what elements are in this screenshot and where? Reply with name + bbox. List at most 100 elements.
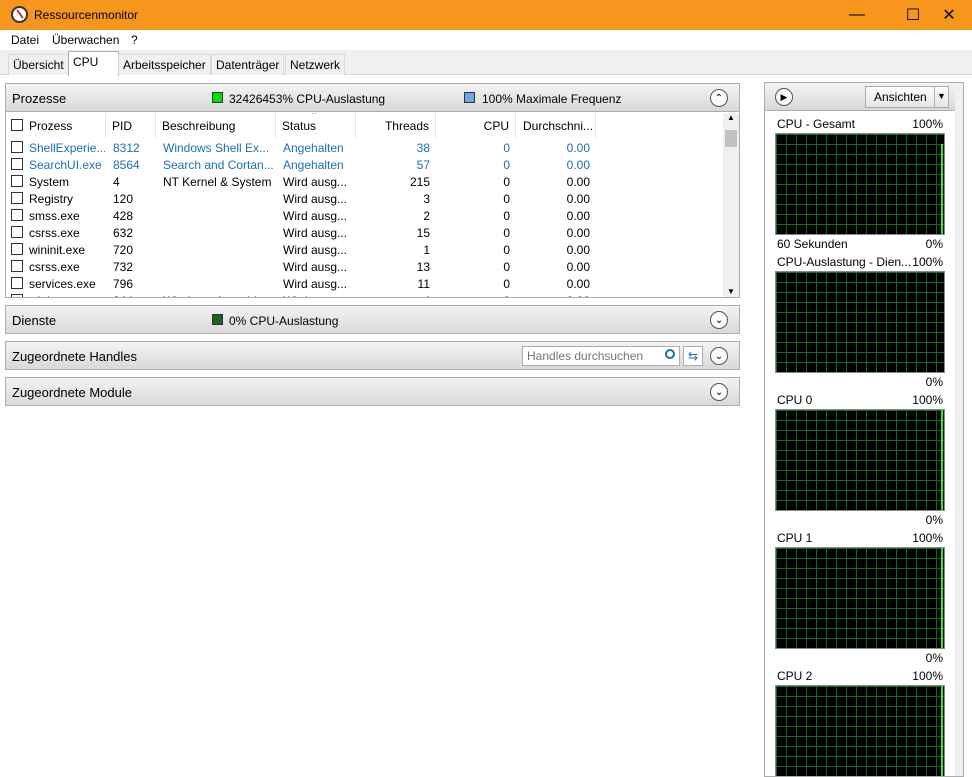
processes-panel: Prozesse 32426453% CPU-Auslastung 100% M… — [5, 83, 740, 298]
cell-threads: 215 — [409, 175, 430, 189]
select-all-checkbox[interactable] — [11, 119, 23, 131]
cpu-graph — [775, 409, 945, 511]
services-header[interactable]: Dienste 0% CPU-Auslastung ⌄ — [6, 306, 739, 334]
cpu-graph — [775, 133, 945, 235]
table-row[interactable]: Registry 120 Wird ausg... 3 0 0.00 — [6, 190, 726, 207]
graph-label: CPU - Gesamt — [777, 117, 856, 131]
graph-max-label: 100% — [912, 117, 943, 131]
views-button[interactable]: Ansichten ▼ — [865, 86, 949, 108]
table-row[interactable]: smss.exe 428 Wird ausg... 2 0 0.00 — [6, 207, 726, 224]
expand-chevron-down-icon[interactable]: ⌄ — [710, 311, 728, 329]
cell-desc: Windows-Anmeld... — [163, 294, 273, 297]
tab-datentraeger[interactable]: Datenträger — [211, 54, 285, 75]
cpu-graph — [775, 547, 945, 649]
table-row[interactable]: winlogon.exe 844 Windows-Anmeld... Wird aus… — [6, 292, 726, 297]
table-row[interactable]: services.exe 796 Wird ausg... 11 0 0.00 — [6, 275, 726, 292]
cell-status: Wird ausg... — [283, 294, 353, 297]
modules-panel: Zugeordnete Module ⌄ — [5, 377, 740, 406]
expand-chevron-down-icon[interactable]: ⌄ — [710, 347, 728, 365]
expand-chevron-down-icon[interactable]: ⌄ — [710, 383, 728, 401]
tab-uebersicht[interactable]: Übersicht — [8, 54, 69, 75]
column-header-threads[interactable]: Threads — [356, 113, 436, 138]
handles-search-input[interactable] — [522, 346, 680, 366]
table-row[interactable]: wininit.exe 720 Wird ausg... 1 0 0.00 — [6, 241, 726, 258]
graph-max-label: 100% — [912, 255, 943, 269]
cell-cpu: 0 — [503, 141, 510, 155]
modules-title: Zugeordnete Module — [12, 385, 132, 400]
tab-bar: Übersicht CPU Arbeitsspeicher Datenträge… — [0, 50, 972, 76]
graph-pane-scrollbar[interactable] — [955, 83, 963, 776]
cell-name: SearchUI.exe — [29, 158, 102, 172]
cell-name: winlogon.exe — [29, 294, 105, 297]
scroll-up-arrow-icon[interactable]: ▲ — [727, 113, 735, 122]
graph-pane-header: ▶ Ansichten ▼ — [765, 83, 963, 111]
menu-help[interactable]: ? — [131, 33, 138, 47]
cell-pid: 428 — [113, 209, 134, 223]
row-checkbox[interactable] — [11, 175, 23, 187]
scrollbar-thumb[interactable] — [725, 130, 737, 147]
row-checkbox[interactable] — [11, 209, 23, 221]
table-row[interactable]: System 4 NT Kernel & System Wird ausg... 215… — [6, 173, 726, 190]
table-row[interactable]: csrss.exe 632 Wird ausg... 15 0 0.00 — [6, 224, 726, 241]
graph-usage-line — [941, 548, 943, 648]
views-dropdown-arrow-icon[interactable]: ▼ — [934, 87, 948, 107]
row-checkbox[interactable] — [11, 294, 23, 297]
row-checkbox[interactable] — [11, 260, 23, 272]
column-header-pid[interactable]: PID — [106, 113, 156, 138]
collapse-chevron-up-icon[interactable]: ⌃ — [710, 89, 728, 107]
cell-status: Wird ausg... — [283, 209, 348, 223]
process-table-scrollbar[interactable]: ▲ ▼ — [723, 113, 739, 297]
cell-name: services.exe — [29, 277, 96, 291]
graph-max-label: 100% — [912, 393, 943, 407]
cell-avg: 0.00 — [566, 226, 590, 240]
cell-threads: 11 — [417, 277, 430, 291]
row-checkbox[interactable] — [11, 226, 23, 238]
modules-header[interactable]: Zugeordnete Module ⌄ — [6, 378, 739, 406]
cell-status: Wird ausg... — [283, 175, 348, 189]
close-button[interactable]: ✕ — [926, 0, 972, 30]
column-header-cpu[interactable]: CPU — [436, 113, 516, 138]
cell-avg: 0.00 — [566, 260, 590, 274]
graph-label: CPU 0 — [777, 393, 813, 407]
search-icon[interactable] — [665, 349, 675, 359]
menu-ueberwachen[interactable]: Überwachen — [52, 33, 119, 47]
cell-avg: 0.00 — [566, 209, 590, 223]
cell-status: Wird ausg... — [283, 192, 348, 206]
handles-header[interactable]: Zugeordnete Handles ⇆ ⌄ — [6, 342, 739, 370]
row-checkbox[interactable] — [11, 158, 23, 170]
table-row[interactable]: csrss.exe 732 Wird ausg... 13 0 0.00 — [6, 258, 726, 275]
table-row[interactable]: SearchUI.exe 8564 Search and Cortan... Ange… — [6, 156, 726, 173]
process-table: Prozess PID Beschreibung Status Threads … — [6, 113, 726, 297]
processes-header[interactable]: Prozesse 32426453% CPU-Auslastung 100% M… — [6, 84, 739, 112]
scroll-down-arrow-icon[interactable]: ▼ — [727, 287, 735, 296]
table-row[interactable]: ShellExperie... 8312 Windows Shell Ex... An… — [6, 139, 726, 156]
refresh-icon[interactable]: ⇆ — [683, 346, 703, 366]
tab-netzwerk[interactable]: Netzwerk — [285, 54, 346, 75]
tab-arbeitsspeicher[interactable]: Arbeitsspeicher — [118, 54, 211, 75]
row-checkbox[interactable] — [11, 141, 23, 153]
column-header-durchschnitt[interactable]: Durchschni... — [516, 113, 596, 138]
graph-max-label: 100% — [912, 669, 943, 683]
row-checkbox[interactable] — [11, 192, 23, 204]
cell-threads: 1 — [423, 243, 430, 257]
cell-status: Wird ausg... — [283, 260, 348, 274]
cpu-graph — [775, 271, 945, 373]
row-checkbox[interactable] — [11, 243, 23, 255]
cell-name: wininit.exe — [29, 243, 86, 257]
row-checkbox[interactable] — [11, 277, 23, 289]
column-header-beschreibung[interactable]: Beschreibung — [156, 113, 276, 138]
graph-usage-line — [941, 410, 943, 510]
collapse-pane-arrow-icon[interactable]: ▶ — [775, 88, 793, 106]
column-header-prozess[interactable]: Prozess — [6, 113, 106, 138]
menu-datei[interactable]: Datei — [11, 33, 39, 47]
cell-status: Wird ausg... — [283, 277, 348, 291]
max-frequency-legend-swatch — [464, 92, 475, 103]
max-frequency-legend: 100% Maximale Frequenz — [482, 92, 622, 106]
services-panel: Dienste 0% CPU-Auslastung ⌄ — [5, 305, 740, 334]
resource-monitor-app-icon — [11, 6, 28, 23]
cell-threads: 57 — [416, 158, 430, 172]
tab-cpu[interactable]: CPU — [68, 51, 119, 76]
services-title: Dienste — [12, 313, 57, 328]
services-usage-legend: 0% CPU-Auslastung — [229, 314, 339, 328]
minimize-button[interactable]: — — [834, 0, 880, 30]
